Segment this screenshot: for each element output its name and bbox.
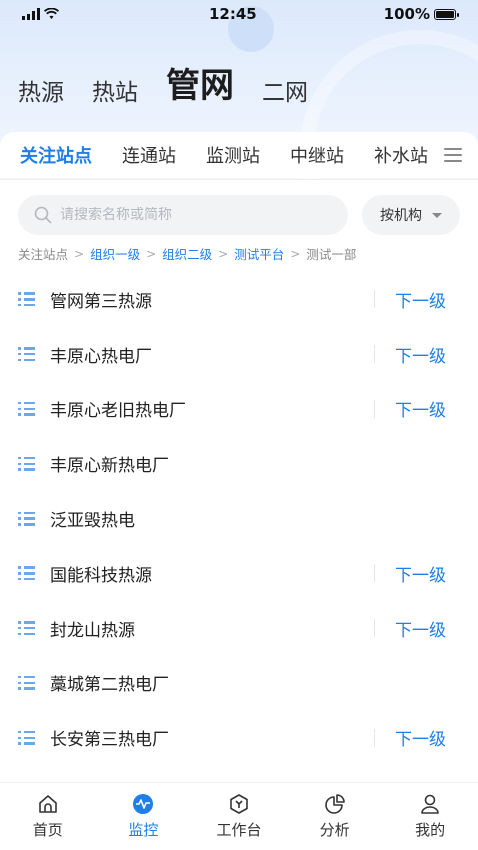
nav-label: 工作台 <box>216 821 262 839</box>
sub-tab-connected[interactable]: 连通站 <box>122 142 176 168</box>
nav-monitor[interactable]: 监控 <box>103 793 183 840</box>
station-row[interactable]: 丰原心老旧热电厂 下一级 <box>0 382 478 437</box>
station-row[interactable]: 丰原心热电厂 下一级 <box>0 327 478 382</box>
category-tab-heat-source[interactable]: 热源 <box>18 73 64 107</box>
station-row[interactable]: 泛亚毁热电 <box>0 491 478 546</box>
bottom-nav: 首页 监控 工作台 分析 我的 <box>0 782 478 850</box>
station-name: 长安第三热电厂 <box>50 730 169 751</box>
caret-down-icon <box>432 212 442 218</box>
menu-icon[interactable] <box>444 148 462 162</box>
signal-icon <box>22 8 40 20</box>
next-level-button[interactable]: 下一级 <box>395 396 446 421</box>
station-row[interactable]: 丰原心新热电厂 <box>0 436 478 491</box>
station-row[interactable]: 藁城第二热电厂 <box>0 656 478 711</box>
list-icon <box>18 621 36 636</box>
breadcrumb-item[interactable]: 组织二级 <box>162 244 212 263</box>
station-name: 丰原心热电厂 <box>50 346 152 367</box>
search-icon <box>34 206 52 224</box>
next-level-button[interactable]: 下一级 <box>395 287 446 312</box>
station-name: 藁城第二热电厂 <box>50 675 169 696</box>
divider <box>374 619 375 638</box>
nav-label: 分析 <box>319 821 350 839</box>
category-tab-pipe-network[interactable]: 管网 <box>166 58 234 107</box>
divider <box>0 179 478 180</box>
station-name: 丰原心新热电厂 <box>50 456 169 477</box>
chevron-right-icon: > <box>218 246 229 261</box>
search-box <box>18 195 348 235</box>
sub-tab-bar: 关注站点 连通站 监测站 中继站 补水站 <box>0 132 478 178</box>
station-name: 国能科技热源 <box>50 565 152 586</box>
list-icon <box>18 566 36 581</box>
breadcrumb-item[interactable]: 组织一级 <box>90 244 140 263</box>
station-row[interactable]: 管网第三热源 下一级 <box>0 272 478 327</box>
list-icon <box>18 292 36 307</box>
category-tab-heat-station[interactable]: 热站 <box>92 73 138 107</box>
station-name: 管网第三热源 <box>50 291 152 312</box>
profile-icon <box>421 794 439 814</box>
divider <box>374 399 375 418</box>
nav-label: 首页 <box>32 821 63 839</box>
list-icon <box>18 456 36 471</box>
sub-tab-monitoring[interactable]: 监测站 <box>206 142 260 168</box>
search-row: 按机构 <box>18 195 460 235</box>
chevron-right-icon: > <box>290 246 301 261</box>
nav-analysis[interactable]: 分析 <box>295 793 375 840</box>
sub-tab-followed[interactable]: 关注站点 <box>20 142 92 168</box>
monitor-icon <box>133 794 154 814</box>
station-row[interactable]: 长安第三热电厂 下一级 <box>0 710 478 765</box>
workbench-icon <box>230 794 248 814</box>
battery-percent: 100% <box>383 5 430 23</box>
station-name: 封龙山热源 <box>50 620 135 641</box>
station-name: 丰原心老旧热电厂 <box>50 401 186 422</box>
breadcrumb-current: 测试一部 <box>306 247 357 262</box>
search-input[interactable] <box>60 207 300 223</box>
breadcrumb-item[interactable]: 测试平台 <box>234 244 284 263</box>
category-tab-secondary-network[interactable]: 二网 <box>262 73 308 107</box>
next-level-button[interactable]: 下一级 <box>395 561 446 586</box>
org-filter-label: 按机构 <box>380 208 422 224</box>
sub-tab-water-supply[interactable]: 补水站 <box>374 142 428 168</box>
sub-tab-relay[interactable]: 中继站 <box>290 142 344 168</box>
breadcrumb: 关注站点 > 组织一级 > 组织二级 > 测试平台 > 测试一部 <box>18 244 356 263</box>
station-name: 泛亚毁热电 <box>50 511 135 532</box>
status-time: 12:45 <box>208 5 257 23</box>
next-level-button[interactable]: 下一级 <box>395 342 446 367</box>
list-icon <box>18 511 36 526</box>
divider <box>374 345 375 364</box>
nav-workbench[interactable]: 工作台 <box>199 793 279 840</box>
breadcrumb-item[interactable]: 关注站点 <box>18 244 68 263</box>
chevron-right-icon: > <box>146 246 157 261</box>
list-icon <box>18 675 36 690</box>
nav-label: 监控 <box>128 821 159 839</box>
wifi-icon <box>44 8 59 19</box>
next-level-button[interactable]: 下一级 <box>395 725 446 750</box>
next-level-button[interactable]: 下一级 <box>395 616 446 641</box>
list-icon <box>18 730 36 745</box>
divider <box>374 290 375 309</box>
nav-profile[interactable]: 我的 <box>390 793 470 840</box>
station-row[interactable]: 封龙山热源 下一级 <box>0 601 478 656</box>
station-list: 管网第三热源 下一级 丰原心热电厂 下一级 丰原心老旧热电厂 下一级 丰原心新热电厂 泛亚毁热… <box>0 272 478 765</box>
analysis-icon <box>324 794 345 814</box>
list-icon <box>18 347 36 362</box>
station-row[interactable]: 国能科技热源 下一级 <box>0 546 478 601</box>
divider <box>374 564 375 583</box>
list-icon <box>18 401 36 416</box>
category-tabs: 热源 热站 管网 二网 <box>18 58 308 107</box>
org-filter-select[interactable]: 按机构 <box>362 195 460 235</box>
nav-home[interactable]: 首页 <box>8 793 88 840</box>
home-icon <box>38 795 57 813</box>
status-bar: 12:45 100% <box>0 0 478 28</box>
nav-label: 我的 <box>415 821 446 839</box>
divider <box>374 728 375 747</box>
battery-icon <box>434 8 459 20</box>
chevron-right-icon: > <box>74 246 85 261</box>
